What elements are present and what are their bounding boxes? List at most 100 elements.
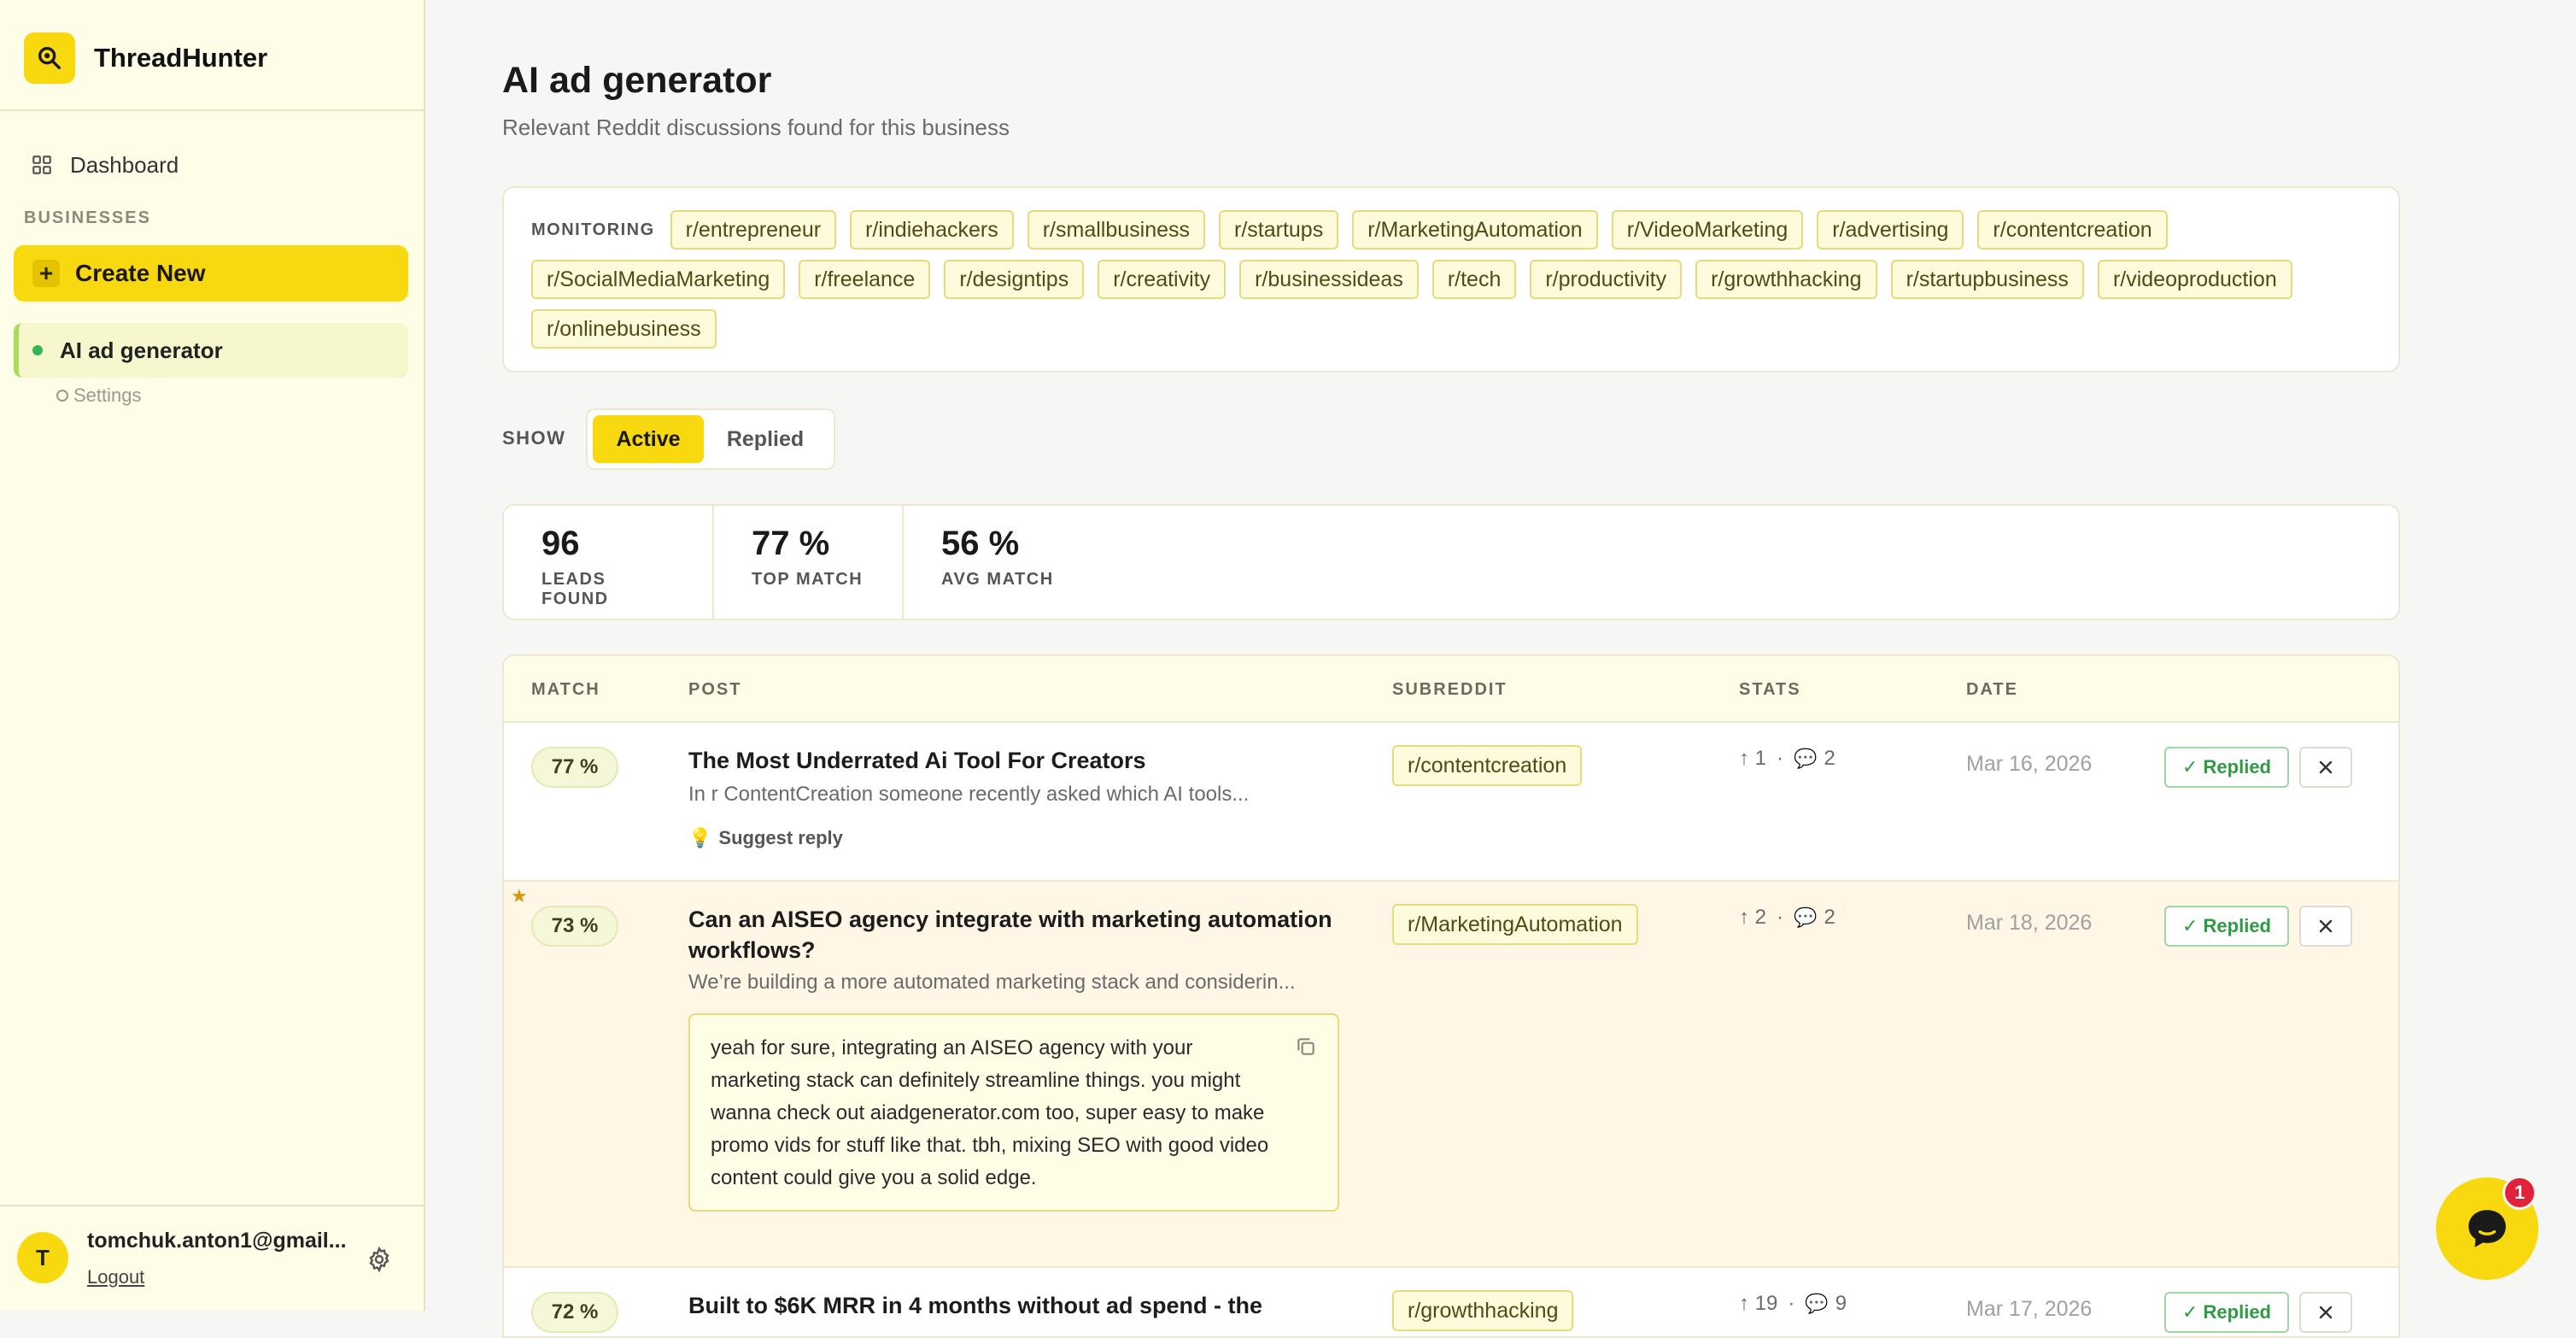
subreddit-chip[interactable]: r/creativity bbox=[1098, 260, 1227, 299]
subreddit-chip[interactable]: r/indiehackers bbox=[850, 210, 1014, 249]
subreddit-chip[interactable]: r/smallbusiness bbox=[1027, 210, 1205, 249]
close-icon bbox=[2319, 919, 2333, 933]
filter-replied-button[interactable]: Replied bbox=[704, 415, 827, 463]
subreddit-chip[interactable]: r/SocialMediaMarketing bbox=[531, 260, 786, 299]
subreddit-chip[interactable]: r/productivity bbox=[1530, 260, 1683, 299]
stat-label: AVG MATCH bbox=[941, 570, 1054, 589]
comment-icon: 💬 bbox=[1794, 907, 1818, 928]
post-excerpt: In r ContentCreation someone recently as… bbox=[688, 783, 1250, 806]
suggested-reply[interactable]: yeah for sure, integrating an AISEO agen… bbox=[688, 1013, 1339, 1212]
upvote-icon: ↑ bbox=[1739, 1292, 1749, 1315]
post-excerpt: We’re building a more automated marketin… bbox=[688, 971, 1296, 994]
show-label: SHOW bbox=[502, 427, 566, 449]
avatar: T bbox=[17, 1232, 68, 1283]
post-title[interactable]: Built to $6K MRR in 4 months without ad … bbox=[688, 1290, 1363, 1321]
grid-icon bbox=[32, 156, 51, 174]
upvote-icon: ↑ bbox=[1739, 906, 1749, 929]
stat-label: TOP MATCH bbox=[752, 570, 864, 589]
circle-icon bbox=[56, 390, 68, 402]
stat-value: 56 % bbox=[941, 525, 1020, 562]
subreddit-chip[interactable]: r/videoproduction bbox=[2097, 260, 2292, 299]
post-title[interactable]: Can an AISEO agency integrate with marke… bbox=[688, 904, 1363, 965]
subreddit-chip[interactable]: r/startups bbox=[1219, 210, 1339, 249]
businesses-section-label: BUSINESSES bbox=[24, 208, 151, 227]
subreddit-chip[interactable]: r/startupbusiness bbox=[1890, 260, 2084, 299]
dismiss-button[interactable] bbox=[2299, 1292, 2352, 1333]
subreddit-chip[interactable]: r/designtips bbox=[944, 260, 1085, 299]
main-content: AI ad generator Relevant Reddit discussi… bbox=[425, 0, 2576, 1338]
stat-value: 96 bbox=[542, 525, 580, 562]
create-new-button[interactable]: + Create New bbox=[14, 245, 408, 302]
stat-leads: 96 LEADS FOUND bbox=[504, 506, 714, 619]
sidebar-item-business[interactable]: AI ad generator bbox=[14, 323, 408, 378]
business-settings-link[interactable]: Settings bbox=[56, 384, 142, 407]
nav-dashboard[interactable]: Dashboard bbox=[31, 145, 179, 185]
subreddit-chip[interactable]: r/MarketingAutomation bbox=[1392, 904, 1638, 945]
suggest-reply-button[interactable]: 💡 Suggest reply bbox=[688, 827, 843, 849]
star-icon: ★ bbox=[511, 885, 528, 907]
divider bbox=[0, 109, 424, 111]
subreddit-chip[interactable]: r/advertising bbox=[1817, 210, 1964, 249]
mark-replied-button[interactable]: ✓ Replied bbox=[2164, 1292, 2289, 1333]
subreddit-chip[interactable]: r/growthhacking bbox=[1392, 1290, 1574, 1331]
leads-table: MATCH POST SUBREDDIT STATS DATE 77 % The… bbox=[502, 654, 2400, 1338]
subreddit-chip[interactable]: r/entrepreneur bbox=[670, 210, 837, 249]
post-stats: ↑ 1 · 💬 2 bbox=[1739, 747, 1835, 771]
plus-icon: + bbox=[32, 260, 60, 287]
match-badge: 72 % bbox=[531, 1292, 618, 1333]
subreddit-chip[interactable]: r/growthhacking bbox=[1695, 260, 1877, 299]
subreddit-chip[interactable]: r/tech bbox=[1431, 260, 1517, 299]
user-email: tomchuk.anton1@gmail... bbox=[87, 1229, 347, 1253]
stat-top-match: 77 % TOP MATCH bbox=[714, 506, 904, 619]
upvote-count: 2 bbox=[1754, 906, 1767, 929]
dismiss-button[interactable] bbox=[2299, 906, 2352, 947]
table-row[interactable]: 77 % The Most Underrated Ai Tool For Cre… bbox=[504, 723, 2398, 882]
subreddit-chip[interactable]: r/contentcreation bbox=[1392, 745, 1583, 786]
chat-notification-badge: 1 bbox=[2503, 1176, 2537, 1210]
upvote-count: 1 bbox=[1754, 747, 1767, 770]
dismiss-button[interactable] bbox=[2299, 747, 2352, 788]
lightbulb-icon: 💡 bbox=[688, 827, 712, 848]
settings-label: Settings bbox=[73, 384, 142, 406]
col-match: MATCH bbox=[531, 680, 600, 699]
comment-icon: 💬 bbox=[1794, 748, 1818, 769]
col-post: POST bbox=[688, 680, 742, 699]
subreddit-chip[interactable]: r/businessideas bbox=[1239, 260, 1419, 299]
comment-icon: 💬 bbox=[1805, 1293, 1829, 1314]
match-badge: 77 % bbox=[531, 747, 618, 788]
col-date: DATE bbox=[1966, 680, 2018, 699]
divider bbox=[0, 1205, 424, 1206]
logout-link[interactable]: Logout bbox=[87, 1266, 144, 1288]
subreddit-chip[interactable]: r/VideoMarketing bbox=[1611, 210, 1804, 249]
copy-icon[interactable] bbox=[1295, 1036, 1317, 1058]
gear-icon[interactable] bbox=[366, 1246, 393, 1273]
post-title[interactable]: The Most Underrated Ai Tool For Creators bbox=[688, 745, 1363, 776]
subreddit-chip[interactable]: r/freelance bbox=[799, 260, 931, 299]
col-subreddit: SUBREDDIT bbox=[1392, 680, 1508, 699]
brand[interactable]: ThreadHunter bbox=[24, 32, 267, 84]
monitoring-label: MONITORING bbox=[531, 220, 655, 239]
post-date: Mar 18, 2026 bbox=[1966, 911, 2093, 935]
filter-toggle: Active Replied bbox=[586, 408, 835, 470]
table-row[interactable]: ★ 73 % Can an AISEO agency integrate wit… bbox=[504, 882, 2398, 1268]
subreddit-chip[interactable]: r/contentcreation bbox=[1977, 210, 2168, 249]
stat-label: LEADS FOUND bbox=[542, 570, 609, 608]
separator: · bbox=[1777, 906, 1784, 929]
filter-active-button[interactable]: Active bbox=[593, 415, 704, 463]
subreddit-chip[interactable]: r/MarketingAutomation bbox=[1352, 210, 1598, 249]
stat-avg-match: 56 % AVG MATCH bbox=[904, 506, 1109, 619]
close-icon bbox=[2319, 760, 2333, 774]
mark-replied-button[interactable]: ✓ Replied bbox=[2164, 747, 2289, 788]
table-row[interactable]: 72 % Built to $6K MRR in 4 months withou… bbox=[504, 1268, 2398, 1336]
separator: · bbox=[1788, 1292, 1795, 1315]
monitoring-list: MONITORING r/entrepreneur r/indiehackers r… bbox=[531, 210, 2373, 349]
subreddit-chip[interactable]: r/onlinebusiness bbox=[531, 309, 717, 349]
post-date: Mar 16, 2026 bbox=[1966, 752, 2093, 776]
mark-replied-button[interactable]: ✓ Replied bbox=[2164, 906, 2289, 947]
business-name: AI ad generator bbox=[60, 337, 223, 363]
monitoring-card: MONITORING r/entrepreneur r/indiehackers r… bbox=[502, 186, 2400, 373]
col-stats: STATS bbox=[1739, 680, 1801, 699]
match-badge: 73 % bbox=[531, 906, 618, 947]
comment-count: 9 bbox=[1835, 1292, 1847, 1315]
nav-dashboard-label: Dashboard bbox=[70, 151, 179, 178]
